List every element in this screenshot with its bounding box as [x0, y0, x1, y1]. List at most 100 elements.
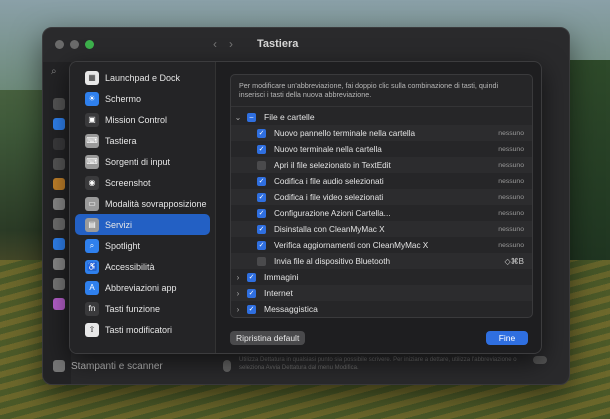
service-checkbox[interactable]: ✓ [257, 240, 266, 250]
service-row[interactable]: ✓ Codifica i file video selezionati nessun… [231, 189, 532, 205]
category-item[interactable]: ⇧ Tasti modificatori [75, 319, 210, 340]
shortcut-value[interactable]: nessuno [498, 146, 524, 153]
category-item[interactable]: fn Tasti funzione [75, 298, 210, 319]
service-label: Configurazione Azioni Cartella... [274, 208, 391, 218]
sidebar-app-icon[interactable] [53, 158, 65, 170]
category-item[interactable]: ▦ Launchpad e Dock [75, 67, 210, 88]
close-window-button[interactable] [55, 40, 64, 49]
service-group-row[interactable]: › ✓ Messaggistica [231, 301, 532, 317]
sidebar-app-icon[interactable] [53, 198, 65, 210]
category-item[interactable]: ▤ Servizi [75, 214, 210, 235]
service-checkbox[interactable]: – [247, 112, 256, 122]
service-group-row[interactable]: › ✓ Internet [231, 285, 532, 301]
accessibility-icon: ♿ [85, 259, 99, 274]
service-checkbox[interactable]: ✓ [257, 208, 266, 218]
category-item[interactable]: ♿ Accessibilità [75, 256, 210, 277]
service-checkbox[interactable] [257, 256, 266, 266]
service-checkbox[interactable] [257, 160, 266, 170]
service-checkbox[interactable]: ✓ [257, 144, 266, 154]
category-label: Schermo [105, 93, 142, 104]
shortcut-categories-list: ▦ Launchpad e Dock ☀ Schermo ▣ Mission Contro… [70, 62, 216, 353]
keyboard-shortcuts-dialog: ▦ Launchpad e Dock ☀ Schermo ▣ Mission Contro… [69, 61, 542, 354]
minimize-window-button[interactable] [70, 40, 79, 49]
service-row[interactable]: ✓ Nuovo terminale nella cartella nessuno [231, 141, 532, 157]
instructions-text: Per modificare un'abbreviazione, fai dop… [231, 75, 532, 107]
keyboard-icon: ⌨ [85, 133, 99, 148]
services-icon: ▤ [85, 217, 99, 232]
service-row[interactable]: Apri il file selezionato in TextEdit ness… [231, 157, 532, 173]
chevron-down-icon[interactable]: ⌄ [233, 113, 243, 122]
shortcut-value[interactable]: nessuno [498, 162, 524, 169]
sidebar-app-icon[interactable] [53, 258, 65, 270]
service-row[interactable]: ✓ Verifica aggiornamenti con CleanMyMac X… [231, 237, 532, 253]
service-checkbox[interactable]: ✓ [247, 288, 256, 298]
service-label: File e cartelle [264, 112, 315, 122]
forward-arrow-icon[interactable]: › [229, 37, 233, 51]
services-list: ⌄ – File e cartelle ✓ Nuovo pannello termina… [231, 107, 532, 317]
service-row[interactable]: ✓ Configurazione Azioni Cartella... nessun… [231, 205, 532, 221]
service-checkbox[interactable]: ✓ [257, 192, 266, 202]
service-label: Nuovo pannello terminale nella cartella [274, 128, 416, 138]
sidebar-app-icon[interactable] [53, 298, 65, 310]
category-label: Launchpad e Dock [105, 72, 181, 83]
category-item[interactable]: ▭ Modalità sovrapposizione [75, 193, 210, 214]
chevron-right-icon[interactable]: › [233, 273, 243, 282]
service-group-row[interactable]: › ✓ Immagini [231, 269, 532, 285]
dictation-toggle[interactable] [533, 356, 547, 364]
microphone-icon [223, 360, 231, 372]
sidebar-app-icon[interactable] [53, 278, 65, 290]
category-label: Abbreviazioni app [105, 282, 177, 293]
service-label: Messaggistica [264, 304, 318, 314]
category-item[interactable]: ⌨ Sorgenti di input [75, 151, 210, 172]
shortcut-value[interactable]: nessuno [498, 194, 524, 201]
service-row[interactable]: ✓ Codifica i file audio selezionati nessun… [231, 173, 532, 189]
shortcut-value[interactable]: nessuno [498, 210, 524, 217]
service-row[interactable]: Invia file al dispositivo Bluetooth ◇⌘B [231, 253, 532, 269]
chevron-right-icon[interactable]: › [233, 289, 243, 298]
restore-defaults-button[interactable]: Ripristina default [230, 331, 306, 345]
service-checkbox[interactable]: ✓ [257, 128, 266, 138]
category-label: Sorgenti di input [105, 156, 171, 167]
service-label: Apri il file selezionato in TextEdit [274, 160, 391, 170]
zoom-window-button[interactable] [85, 40, 94, 49]
service-checkbox[interactable]: ✓ [247, 272, 256, 282]
service-row[interactable]: ✓ Disinstalla con CleanMyMac X nessuno [231, 221, 532, 237]
input-sources-icon: ⌨ [85, 154, 99, 169]
back-arrow-icon[interactable]: ‹ [213, 37, 217, 51]
service-label: Codifica i file video selezionati [274, 192, 384, 202]
function-keys-icon: fn [85, 301, 99, 316]
category-label: Modalità sovrapposizione [105, 198, 207, 209]
category-item[interactable]: ⌕ Spotlight [75, 235, 210, 256]
category-item[interactable]: ▣ Mission Control [75, 109, 210, 130]
done-button[interactable]: Fine [486, 331, 528, 345]
category-item[interactable]: A Abbreviazioni app [75, 277, 210, 298]
category-item[interactable]: ☀ Schermo [75, 88, 210, 109]
shortcut-value[interactable]: nessuno [498, 178, 524, 185]
service-row[interactable]: ✓ Nuovo pannello terminale nella cartella… [231, 125, 532, 141]
sidebar-app-icon[interactable] [53, 138, 65, 150]
mission-control-icon: ▣ [85, 112, 99, 127]
shortcut-value[interactable]: ◇⌘B [505, 257, 525, 266]
sidebar-item-printers[interactable]: Stampanti e scanner [53, 360, 163, 372]
sidebar-app-icon[interactable] [53, 238, 65, 250]
shortcut-value[interactable]: nessuno [498, 226, 524, 233]
search-icon[interactable]: ⌕ [51, 66, 57, 77]
service-label: Nuovo terminale nella cartella [274, 144, 382, 154]
category-item[interactable]: ◉ Screenshot [75, 172, 210, 193]
sidebar-app-icon[interactable] [53, 118, 65, 130]
sidebar-app-icon[interactable] [53, 178, 65, 190]
service-checkbox[interactable]: ✓ [247, 304, 256, 314]
service-group-row[interactable]: ⌄ – File e cartelle [231, 109, 532, 125]
traffic-lights [55, 40, 94, 49]
chevron-right-icon[interactable]: › [233, 305, 243, 314]
dictation-description: Utilizza Dettatura in qualsiasi punto si… [239, 357, 517, 371]
category-label: Accessibilità [105, 261, 155, 272]
service-checkbox[interactable]: ✓ [257, 176, 266, 186]
shortcut-value[interactable]: nessuno [498, 130, 524, 137]
sidebar-app-icon[interactable] [53, 98, 65, 110]
category-label: Tasti modificatori [105, 324, 173, 335]
sidebar-app-icon[interactable] [53, 218, 65, 230]
category-item[interactable]: ⌨ Tastiera [75, 130, 210, 151]
service-checkbox[interactable]: ✓ [257, 224, 266, 234]
shortcut-value[interactable]: nessuno [498, 242, 524, 249]
